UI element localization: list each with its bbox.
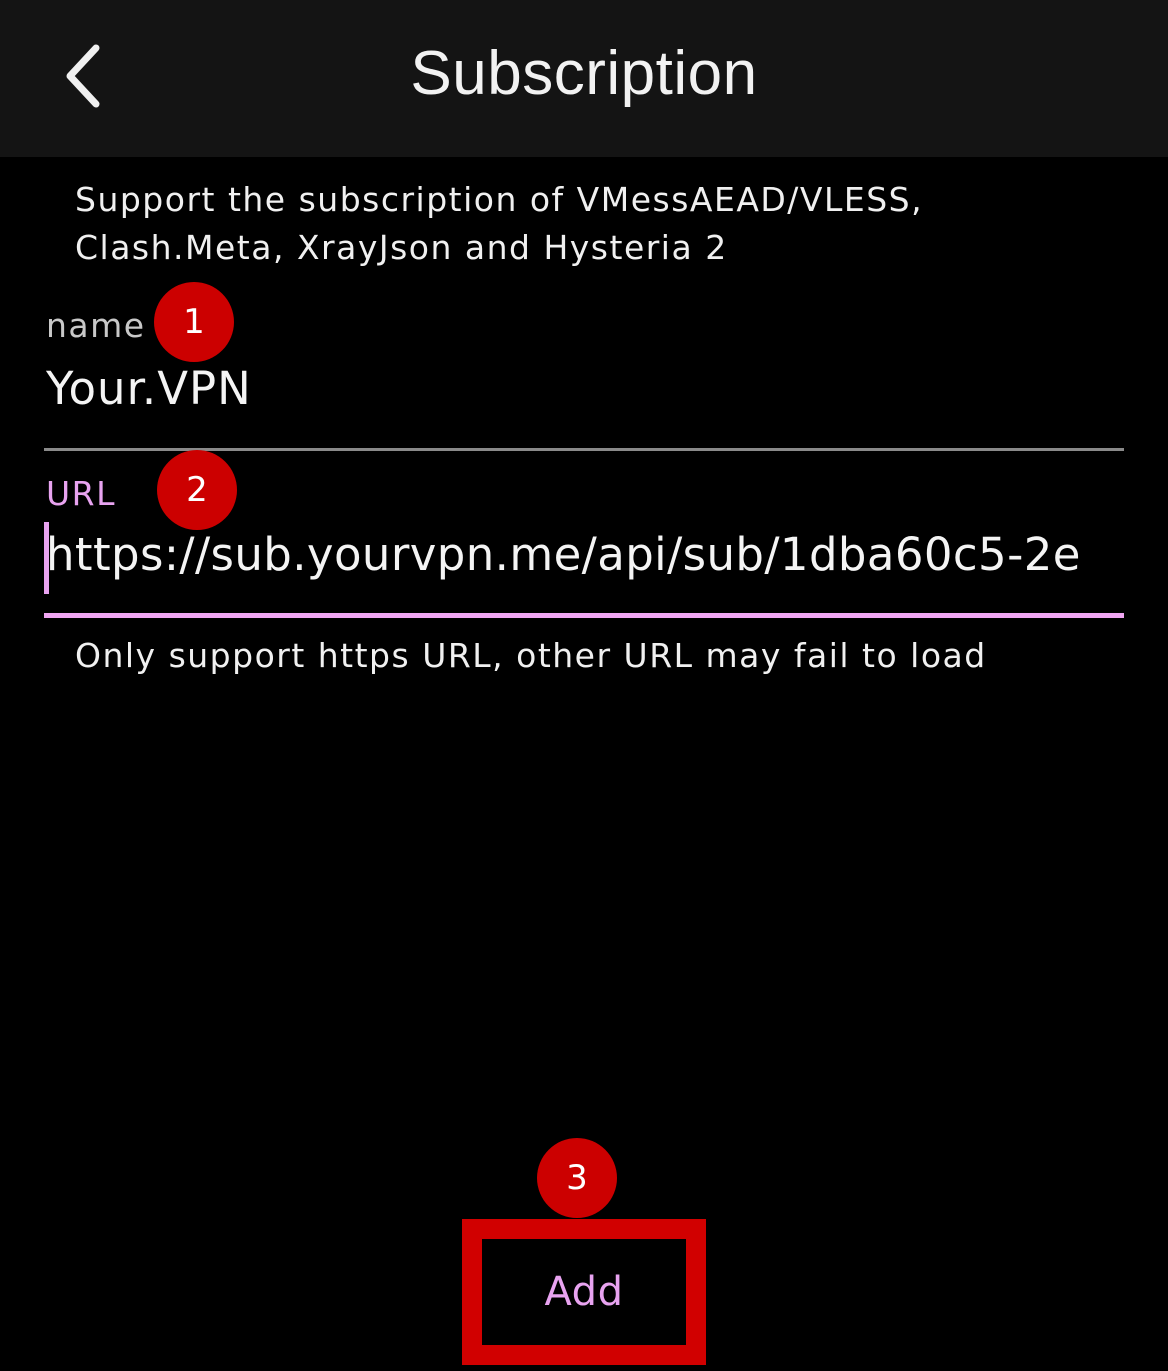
add-button[interactable]: Add	[482, 1239, 686, 1345]
url-underline	[44, 613, 1124, 618]
app-header: Subscription	[0, 0, 1168, 157]
step-marker-2: 2	[157, 450, 237, 530]
page-title: Subscription	[410, 39, 758, 108]
url-input[interactable]: https://sub.yourvpn.me/api/sub/1dba60c5-…	[46, 528, 1124, 592]
step-marker-1: 1	[154, 282, 234, 362]
step-marker-3: 3	[537, 1138, 617, 1218]
url-hint: Only support https URL, other URL may fa…	[75, 636, 987, 675]
url-label: URL	[46, 474, 116, 513]
text-caret	[44, 522, 49, 594]
intro-text: Support the subscription of VMessAEAD/VL…	[75, 180, 924, 267]
name-input[interactable]: Your.VPN	[46, 362, 1124, 424]
name-label: name	[46, 306, 146, 345]
